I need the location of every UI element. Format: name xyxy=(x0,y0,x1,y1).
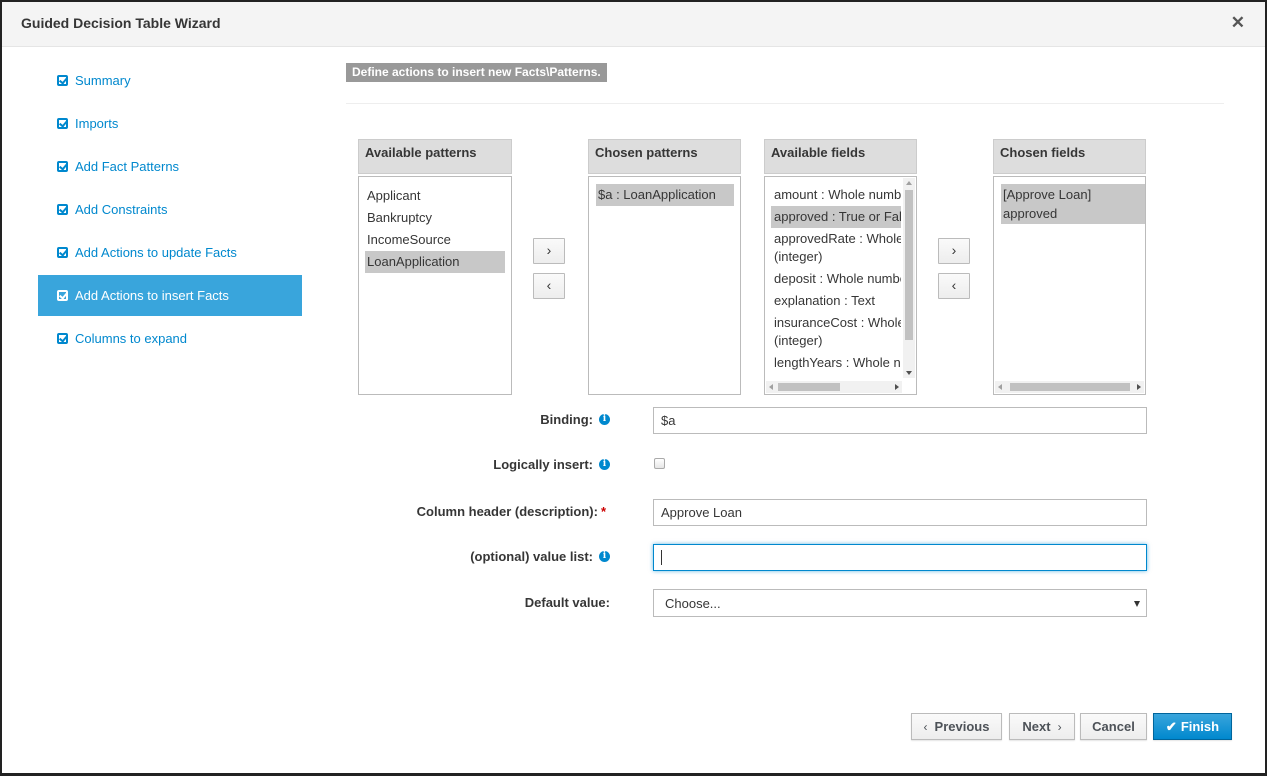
list-item[interactable]: approved : True or Fal xyxy=(771,206,901,228)
caret-down-icon xyxy=(1134,601,1140,607)
cancel-button[interactable]: Cancel xyxy=(1080,713,1147,740)
chosen-patterns-list[interactable]: $a : LoanApplication xyxy=(588,176,741,395)
chevron-left-icon: ‹ xyxy=(923,719,928,734)
divider xyxy=(346,103,1224,104)
list-item[interactable]: Applicant xyxy=(365,185,505,207)
scrollbar-thumb[interactable] xyxy=(778,383,840,391)
list-item[interactable]: insuranceCost : Whole (integer) xyxy=(771,312,901,352)
list-item[interactable]: lengthYears : Whole nu xyxy=(771,352,901,374)
nav-item-label: Add Actions to update Facts xyxy=(75,245,237,260)
scroll-right-icon[interactable] xyxy=(1137,384,1141,390)
list-item[interactable]: [Approve Loan] approved xyxy=(1001,184,1145,224)
check-square-icon xyxy=(57,247,68,258)
column-header-label: Column header (description): * xyxy=(417,504,606,519)
nav-item-label: Imports xyxy=(75,116,119,131)
info-icon[interactable]: i xyxy=(599,414,610,425)
next-button[interactable]: Next › xyxy=(1009,713,1075,740)
value-list-label-text: (optional) value list: xyxy=(470,549,593,564)
default-value-selected: Choose... xyxy=(665,596,721,611)
list-item[interactable]: approvedRate : Whole (integer) xyxy=(771,228,901,268)
previous-button[interactable]: ‹ Previous xyxy=(911,713,1002,740)
value-list-label: (optional) value list: i xyxy=(470,549,610,564)
chosen-fields-list[interactable]: [Approve Loan] approved xyxy=(993,176,1146,395)
scroll-down-icon[interactable] xyxy=(906,371,912,375)
add-pattern-button[interactable]: › xyxy=(533,238,565,264)
text-cursor xyxy=(661,550,662,565)
previous-label: Previous xyxy=(934,719,990,734)
available-fields-list[interactable]: amount : Whole numbe approved : True or … xyxy=(764,176,917,395)
scrollbar-thumb[interactable] xyxy=(1010,383,1130,391)
required-indicator: * xyxy=(600,504,606,519)
finish-button[interactable]: ✔ Finish xyxy=(1153,713,1232,740)
binding-label-text: Binding: xyxy=(540,412,593,427)
chevron-right-icon: › xyxy=(1057,719,1062,734)
nav-item-label: Add Fact Patterns xyxy=(75,159,180,174)
dialog-header: Guided Decision Table Wizard ✕ xyxy=(2,2,1265,47)
column-header-label-text: Column header (description): xyxy=(416,504,598,519)
list-item[interactable]: IncomeSource xyxy=(365,229,505,251)
cancel-label: Cancel xyxy=(1092,719,1135,734)
logically-insert-checkbox[interactable] xyxy=(654,458,665,469)
binding-label: Binding: i xyxy=(540,412,610,427)
nav-item-label: Add Constraints xyxy=(75,202,168,217)
logically-insert-label-text: Logically insert: xyxy=(493,457,593,472)
check-square-icon xyxy=(57,204,68,215)
nav-item-add-actions-update[interactable]: Add Actions to update Facts xyxy=(38,232,302,273)
list-item[interactable]: LoanApplication xyxy=(365,251,505,273)
info-icon[interactable]: i xyxy=(599,551,610,562)
logically-insert-label: Logically insert: i xyxy=(493,457,610,472)
check-square-icon xyxy=(57,161,68,172)
remove-pattern-button[interactable]: ‹ xyxy=(533,273,565,299)
wizard-steps-nav: Summary Imports Add Fact Patterns Add Co… xyxy=(38,60,302,361)
nav-item-imports[interactable]: Imports xyxy=(38,103,302,144)
list-item[interactable]: amount : Whole numbe xyxy=(771,184,901,206)
next-label: Next xyxy=(1022,719,1051,734)
binding-input[interactable] xyxy=(653,407,1147,434)
available-patterns-list[interactable]: Applicant Bankruptcy IncomeSource LoanAp… xyxy=(358,176,512,395)
nav-item-add-constraints[interactable]: Add Constraints xyxy=(38,189,302,230)
nav-item-label: Columns to expand xyxy=(75,331,188,346)
chosen-patterns-header: Chosen patterns xyxy=(588,139,741,174)
horizontal-scrollbar[interactable] xyxy=(995,381,1144,393)
check-square-icon xyxy=(57,333,68,344)
default-value-label-text: Default value: xyxy=(524,595,610,610)
nav-item-label: Summary xyxy=(75,73,131,88)
available-fields-header: Available fields xyxy=(764,139,917,174)
check-square-icon xyxy=(57,118,68,129)
nav-item-columns-to-expand[interactable]: Columns to expand xyxy=(38,318,302,359)
default-value-label: Default value: xyxy=(525,595,610,610)
horizontal-scrollbar[interactable] xyxy=(766,381,902,393)
list-item[interactable]: $a : LoanApplication xyxy=(596,184,734,206)
vertical-scrollbar[interactable] xyxy=(903,178,915,378)
default-value-select[interactable]: Choose... xyxy=(653,589,1147,617)
list-item[interactable]: Bankruptcy xyxy=(365,207,505,229)
close-icon[interactable]: ✕ xyxy=(1231,14,1245,31)
scroll-right-icon[interactable] xyxy=(895,384,899,390)
column-header-input[interactable] xyxy=(653,499,1147,526)
scroll-left-icon[interactable] xyxy=(998,384,1002,390)
scroll-up-icon[interactable] xyxy=(906,181,912,185)
check-icon: ✔ xyxy=(1165,718,1177,734)
value-list-input[interactable] xyxy=(653,544,1147,571)
nav-item-add-fact-patterns[interactable]: Add Fact Patterns xyxy=(38,146,302,187)
scroll-left-icon[interactable] xyxy=(769,384,773,390)
nav-item-summary[interactable]: Summary xyxy=(38,60,302,101)
chosen-fields-header: Chosen fields xyxy=(993,139,1146,174)
check-square-icon xyxy=(57,75,68,86)
dialog-title: Guided Decision Table Wizard xyxy=(21,15,221,31)
finish-label: Finish xyxy=(1180,719,1220,734)
add-field-button[interactable]: › xyxy=(938,238,970,264)
available-patterns-header: Available patterns xyxy=(358,139,512,174)
scrollbar-thumb[interactable] xyxy=(905,190,913,340)
nav-item-add-actions-insert[interactable]: Add Actions to insert Facts xyxy=(38,275,302,316)
list-item[interactable]: explanation : Text xyxy=(771,290,901,312)
list-item[interactable]: deposit : Whole numbe xyxy=(771,268,901,290)
info-icon[interactable]: i xyxy=(599,459,610,470)
nav-item-label: Add Actions to insert Facts xyxy=(75,288,229,303)
step-title: Define actions to insert new Facts\Patte… xyxy=(346,63,607,82)
remove-field-button[interactable]: ‹ xyxy=(938,273,970,299)
check-square-icon xyxy=(57,290,68,301)
